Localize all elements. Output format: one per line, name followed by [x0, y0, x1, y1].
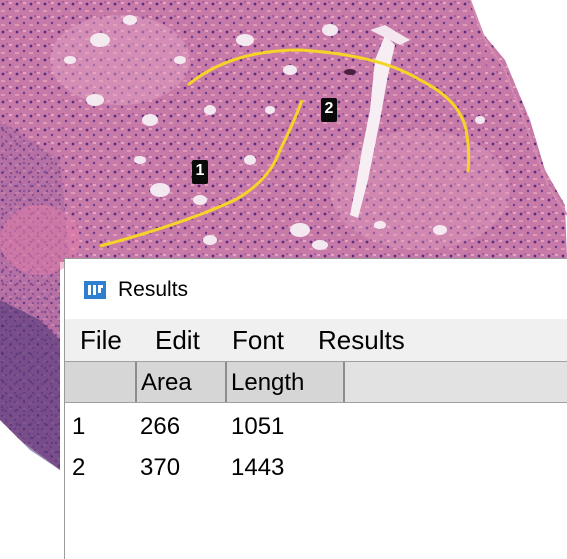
menu-bar: File Edit Font Results	[65, 319, 567, 361]
table-header: Area Length	[65, 361, 567, 403]
row-index: 2	[72, 454, 86, 481]
imagej-icon	[84, 281, 106, 299]
menu-edit[interactable]: Edit	[155, 325, 200, 356]
roi-label-2: 2	[321, 98, 337, 122]
column-header-area[interactable]: Area	[137, 362, 227, 402]
column-header-index[interactable]	[65, 362, 137, 402]
menu-results[interactable]: Results	[318, 325, 405, 356]
area-value: 266	[140, 413, 181, 440]
row-index: 1	[72, 413, 86, 440]
window-title: Results	[118, 278, 189, 301]
column-header-empty	[345, 362, 567, 402]
table-row[interactable]: 2 370 1443	[65, 448, 567, 488]
menu-font[interactable]: Font	[232, 325, 284, 356]
roi-label-1: 1	[192, 160, 208, 184]
menu-file[interactable]: File	[80, 325, 122, 356]
column-header-length[interactable]: Length	[227, 362, 345, 402]
length-value: 1443	[231, 454, 285, 481]
length-value: 1051	[231, 413, 285, 440]
results-window[interactable]: Results File Edit Font Results Area Leng…	[64, 258, 567, 559]
title-bar[interactable]: Results	[65, 259, 567, 319]
area-value: 370	[140, 454, 181, 481]
table-row[interactable]: 1 266 1051	[65, 407, 567, 447]
